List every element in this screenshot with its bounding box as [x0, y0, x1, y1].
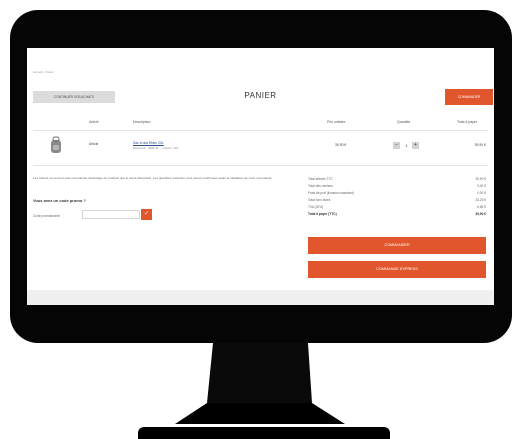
row-divider: [33, 165, 488, 166]
backpack-icon[interactable]: [49, 136, 63, 154]
summary-label: TVA (20%): [308, 205, 324, 209]
product-reference: Référence : SDR-20 — Coloris : Noir: [133, 146, 179, 150]
summary-value: 39,90 €: [475, 177, 486, 181]
summary-value: 0,00 €: [477, 184, 486, 188]
header-quantity: Quantité: [397, 120, 411, 124]
breadcrumb[interactable]: Accueil › Panier: [33, 70, 54, 74]
check-icon: ✓: [143, 211, 150, 217]
page-title: PANIER: [244, 91, 277, 100]
promo-title: Vous avez un code promo ?: [33, 198, 86, 203]
monitor-screen: Accueil › Panier CONTINUER VOS ACHATS PA…: [27, 48, 494, 305]
summary-value: 33,25 €: [475, 198, 486, 202]
product-name-link[interactable]: Sac à dos Rider 20L: [133, 141, 164, 145]
quantity-input[interactable]: [402, 142, 411, 149]
unit-price: 39,90 €: [335, 143, 347, 147]
promo-submit-button[interactable]: ✓: [141, 209, 152, 220]
summary-value: 0,00 €: [477, 191, 486, 195]
header-total: Total à payer: [457, 120, 478, 124]
monitor-base: [138, 427, 390, 439]
summary-label: Frais de port (livraison standard): [308, 191, 354, 195]
express-order-button[interactable]: COMMANDE EXPRESS: [308, 261, 486, 278]
row-article: Article: [89, 142, 99, 146]
promo-label: Code promotionnel: [33, 214, 60, 218]
summary-total-value: 39,90 €: [475, 212, 486, 216]
summary-label: Total des remises: [308, 184, 333, 188]
header-divider: [33, 130, 488, 131]
promo-code-input[interactable]: [82, 210, 140, 219]
header-unit-price: Prix unitaire: [327, 120, 346, 124]
cart-table-header: Article Description Prix unitaire Quanti…: [27, 120, 494, 128]
summary-label: Total articles TTC: [308, 177, 333, 181]
top-order-button[interactable]: COMMANDER: [445, 89, 493, 105]
page-footer: [27, 290, 494, 305]
header-description: Description: [133, 120, 151, 124]
summary-label: Total hors taxes: [308, 198, 331, 202]
summary-total-label: Total à payer (TTC): [308, 212, 337, 216]
quantity-increase-button[interactable]: +: [412, 142, 419, 149]
stock-note: Les Clients ne peuvent pas commander dav…: [33, 176, 273, 180]
summary-value: 6,65 €: [477, 205, 486, 209]
quantity-decrease-button[interactable]: −: [393, 142, 400, 149]
header-article: Article: [89, 120, 99, 124]
order-button[interactable]: COMMANDER: [308, 237, 486, 254]
row-total: 39,90 €: [474, 143, 486, 147]
